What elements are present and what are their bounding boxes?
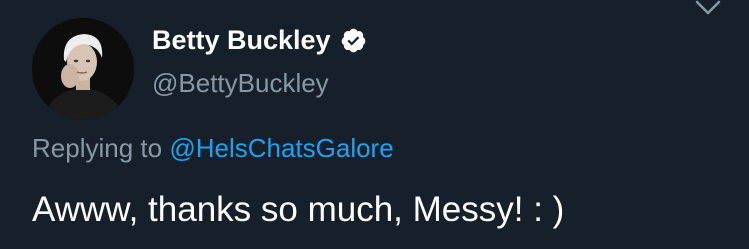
chevron-down-icon[interactable] — [693, 0, 723, 18]
author-name-label[interactable]: Betty Buckley — [152, 25, 331, 56]
avatar[interactable] — [32, 18, 134, 120]
author-handle[interactable]: @BettyBuckley — [152, 68, 329, 99]
reply-mention-link[interactable]: @HelsChatsGalore — [169, 133, 393, 163]
tweet-card[interactable]: Betty Buckley @BettyBuckley Replying to … — [0, 0, 749, 249]
reply-context: Replying to @HelsChatsGalore — [32, 133, 394, 164]
verified-badge-icon — [341, 28, 365, 53]
tweet-text: Awww, thanks so much, Messy! : ) — [32, 190, 565, 229]
author-name[interactable]: Betty Buckley — [152, 25, 367, 56]
reply-context-prefix: Replying to — [32, 133, 163, 163]
